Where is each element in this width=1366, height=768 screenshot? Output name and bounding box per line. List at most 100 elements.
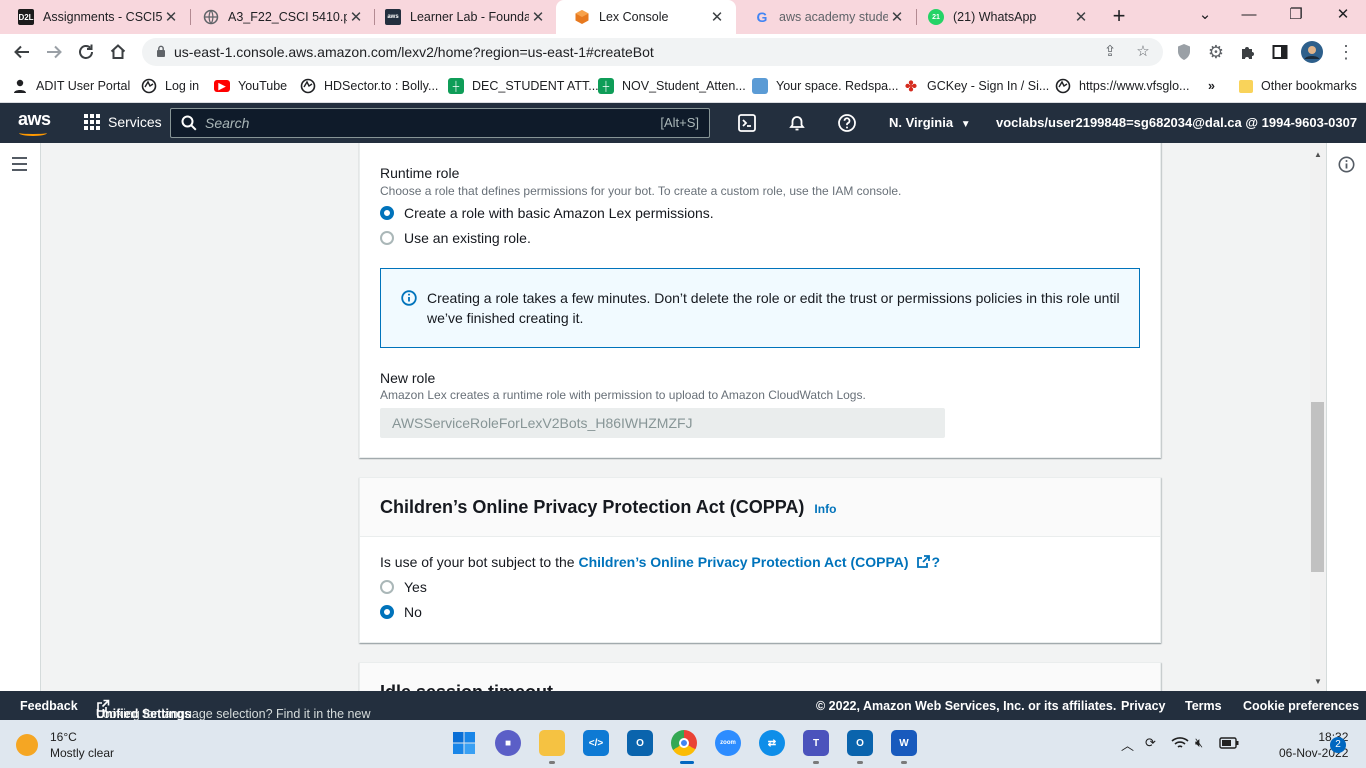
radio-create-role[interactable]: Create a role with basic Amazon Lex perm… xyxy=(380,205,714,221)
forward-button[interactable] xyxy=(42,40,66,64)
radio-selected-icon[interactable] xyxy=(380,605,394,619)
notification-badge[interactable]: 2 xyxy=(1330,737,1346,753)
file-explorer-icon[interactable] xyxy=(539,730,565,756)
bookmark-gckey[interactable]: ✤ GCKey - Sign In / Si... xyxy=(903,77,1049,95)
tab-assignments[interactable]: D2L Assignments - CSCI54 ✕ xyxy=(0,0,190,34)
home-button[interactable] xyxy=(106,40,130,64)
account-menu[interactable]: voclabs/user2199848=sg682034@dal.ca @ 19… xyxy=(996,115,1366,130)
radio-selected-icon[interactable] xyxy=(380,206,394,220)
new-tab-button[interactable]: + xyxy=(1108,5,1130,29)
scrollbar-thumb[interactable] xyxy=(1311,402,1324,572)
bookmark-hdsector[interactable]: HDSector.to : Bolly... xyxy=(300,77,438,95)
aws-logo[interactable]: aws xyxy=(18,109,51,130)
google-icon: G xyxy=(756,9,768,25)
bookmark-adit-portal[interactable]: ADIT User Portal xyxy=(12,77,130,95)
tab-pdf[interactable]: A3_F22_CSCI 5410.pdf ✕ xyxy=(185,0,375,34)
cloudshell-icon[interactable] xyxy=(737,113,757,133)
url-text: us-east-1.console.aws.amazon.com/lexv2/h… xyxy=(174,44,654,60)
coppa-info-link[interactable]: Info xyxy=(814,502,836,516)
radio-coppa-yes[interactable]: Yes xyxy=(380,579,427,595)
idle-session-heading: Idle session timeout xyxy=(380,682,553,691)
cookie-preferences-link[interactable]: Cookie preferences xyxy=(1243,699,1359,713)
shield-extension-icon[interactable] xyxy=(1172,40,1196,64)
teamviewer-icon[interactable]: ⇄ xyxy=(759,730,785,756)
zoom-icon[interactable]: zoom xyxy=(715,730,741,756)
terms-link[interactable]: Terms xyxy=(1185,699,1222,713)
profile-avatar[interactable] xyxy=(1300,40,1324,64)
vscode-icon[interactable]: </> xyxy=(583,730,609,756)
scroll-down-arrow-icon[interactable]: ▼ xyxy=(1313,677,1323,686)
weather-widget[interactable]: 16°C Mostly clear xyxy=(16,729,114,761)
address-bar[interactable]: us-east-1.console.aws.amazon.com/lexv2/h… xyxy=(142,38,1163,66)
minimize-button[interactable]: — xyxy=(1226,0,1272,32)
role-info-alert: Creating a role takes a few minutes. Don… xyxy=(380,268,1140,348)
browser-menu-icon[interactable]: ⋮ xyxy=(1334,40,1358,64)
close-window-button[interactable]: ✕ xyxy=(1320,0,1366,32)
wifi-icon[interactable] xyxy=(1171,736,1189,750)
outlook-icon[interactable]: O xyxy=(627,730,653,756)
bookmark-redspace[interactable]: Your space. Redspa... xyxy=(752,77,899,95)
close-tab-icon[interactable]: ✕ xyxy=(529,8,547,26)
privacy-link[interactable]: Privacy xyxy=(1121,699,1165,713)
bookmark-label: Your space. Redspa... xyxy=(776,79,899,93)
browser-tab-strip: D2L Assignments - CSCI54 ✕ A3_F22_CSCI 5… xyxy=(0,0,1366,34)
windows-start-icon[interactable] xyxy=(451,730,477,756)
reload-button[interactable] xyxy=(74,40,98,64)
tab-lex-console[interactable]: Lex Console ✕ xyxy=(556,0,736,34)
right-help-rail xyxy=(1326,143,1366,691)
scroll-up-arrow-icon[interactable]: ▲ xyxy=(1313,150,1323,159)
radio-existing-role[interactable]: Use an existing role. xyxy=(380,230,531,246)
tab-learner-lab[interactable]: aws Learner Lab - Foundat ✕ xyxy=(367,0,557,34)
tray-overflow-chevron-icon[interactable]: ︿ xyxy=(1121,735,1134,754)
radio-unselected-icon[interactable] xyxy=(380,580,394,594)
speaker-muted-icon[interactable]: 🔇︎ xyxy=(1195,735,1203,751)
bookmark-dec-attendance[interactable]: ┼ DEC_STUDENT ATT... xyxy=(448,77,599,95)
ms-teams-icon[interactable]: T xyxy=(803,730,829,756)
bookmark-star-icon[interactable]: ☆ xyxy=(1133,42,1153,62)
tab-google-search[interactable]: G aws academy student ✕ xyxy=(736,0,916,34)
bookmark-vfsglobal[interactable]: https://www.vfsglo... xyxy=(1055,77,1189,95)
bookmark-nov-attendance[interactable]: ┼ NOV_Student_Atten... xyxy=(598,77,746,95)
close-tab-icon[interactable]: ✕ xyxy=(347,8,365,26)
extension-icon[interactable]: ⚙ xyxy=(1204,40,1228,64)
close-tab-icon[interactable]: ✕ xyxy=(708,8,726,26)
close-tab-icon[interactable]: ✕ xyxy=(162,8,180,26)
external-link-icon[interactable] xyxy=(916,554,931,569)
search-shortcut-hint: [Alt+S] xyxy=(660,115,699,130)
close-tab-icon[interactable]: ✕ xyxy=(1072,8,1090,26)
share-icon[interactable]: ⇪ xyxy=(1100,42,1120,62)
chrome-icon[interactable] xyxy=(671,730,697,756)
aws-search-box[interactable]: [Alt+S] xyxy=(170,108,710,138)
coppa-external-link[interactable]: Children’s Online Privacy Protection Act… xyxy=(578,554,908,570)
tab-search-chevron-icon[interactable]: ⌄ xyxy=(1182,0,1228,32)
feedback-link[interactable]: Feedback xyxy=(20,699,78,713)
puzzle-extensions-icon[interactable] xyxy=(1236,40,1260,64)
help-icon[interactable] xyxy=(837,113,857,133)
battery-icon[interactable] xyxy=(1219,737,1239,749)
restore-button[interactable]: ❐ xyxy=(1273,0,1319,32)
teams-chat-icon[interactable]: ■ xyxy=(495,730,521,756)
tab-whatsapp[interactable]: 21 (21) WhatsApp ✕ xyxy=(910,0,1100,34)
region-selector[interactable]: N. Virginia ▼ xyxy=(889,115,971,130)
bookmarks-overflow-button[interactable]: » xyxy=(1208,77,1215,95)
sync-icon[interactable]: ⟳ xyxy=(1145,735,1156,751)
bookmark-youtube[interactable]: ▶ YouTube xyxy=(214,77,287,95)
radio-coppa-no[interactable]: No xyxy=(380,604,422,620)
unified-settings-link[interactable]: Unified Settings xyxy=(96,707,191,721)
bookmark-log-in[interactable]: Log in xyxy=(141,77,199,95)
radio-unselected-icon[interactable] xyxy=(380,231,394,245)
back-button[interactable] xyxy=(10,40,34,64)
close-tab-icon[interactable]: ✕ xyxy=(888,8,906,26)
new-role-description: Amazon Lex creates a runtime role with p… xyxy=(380,388,866,402)
other-bookmarks-folder[interactable]: Other bookmarks xyxy=(1239,77,1357,95)
search-input[interactable] xyxy=(205,113,625,133)
side-panel-icon[interactable] xyxy=(1268,40,1292,64)
info-panel-icon[interactable] xyxy=(1338,156,1355,173)
word-icon[interactable]: W xyxy=(891,730,917,756)
redspace-icon xyxy=(752,78,768,94)
services-menu-button[interactable]: Services xyxy=(84,114,162,130)
outlook-profile-icon[interactable]: O xyxy=(847,730,873,756)
bookmark-label: Other bookmarks xyxy=(1261,79,1357,93)
menu-icon[interactable] xyxy=(12,157,28,171)
bell-icon[interactable] xyxy=(787,113,807,133)
